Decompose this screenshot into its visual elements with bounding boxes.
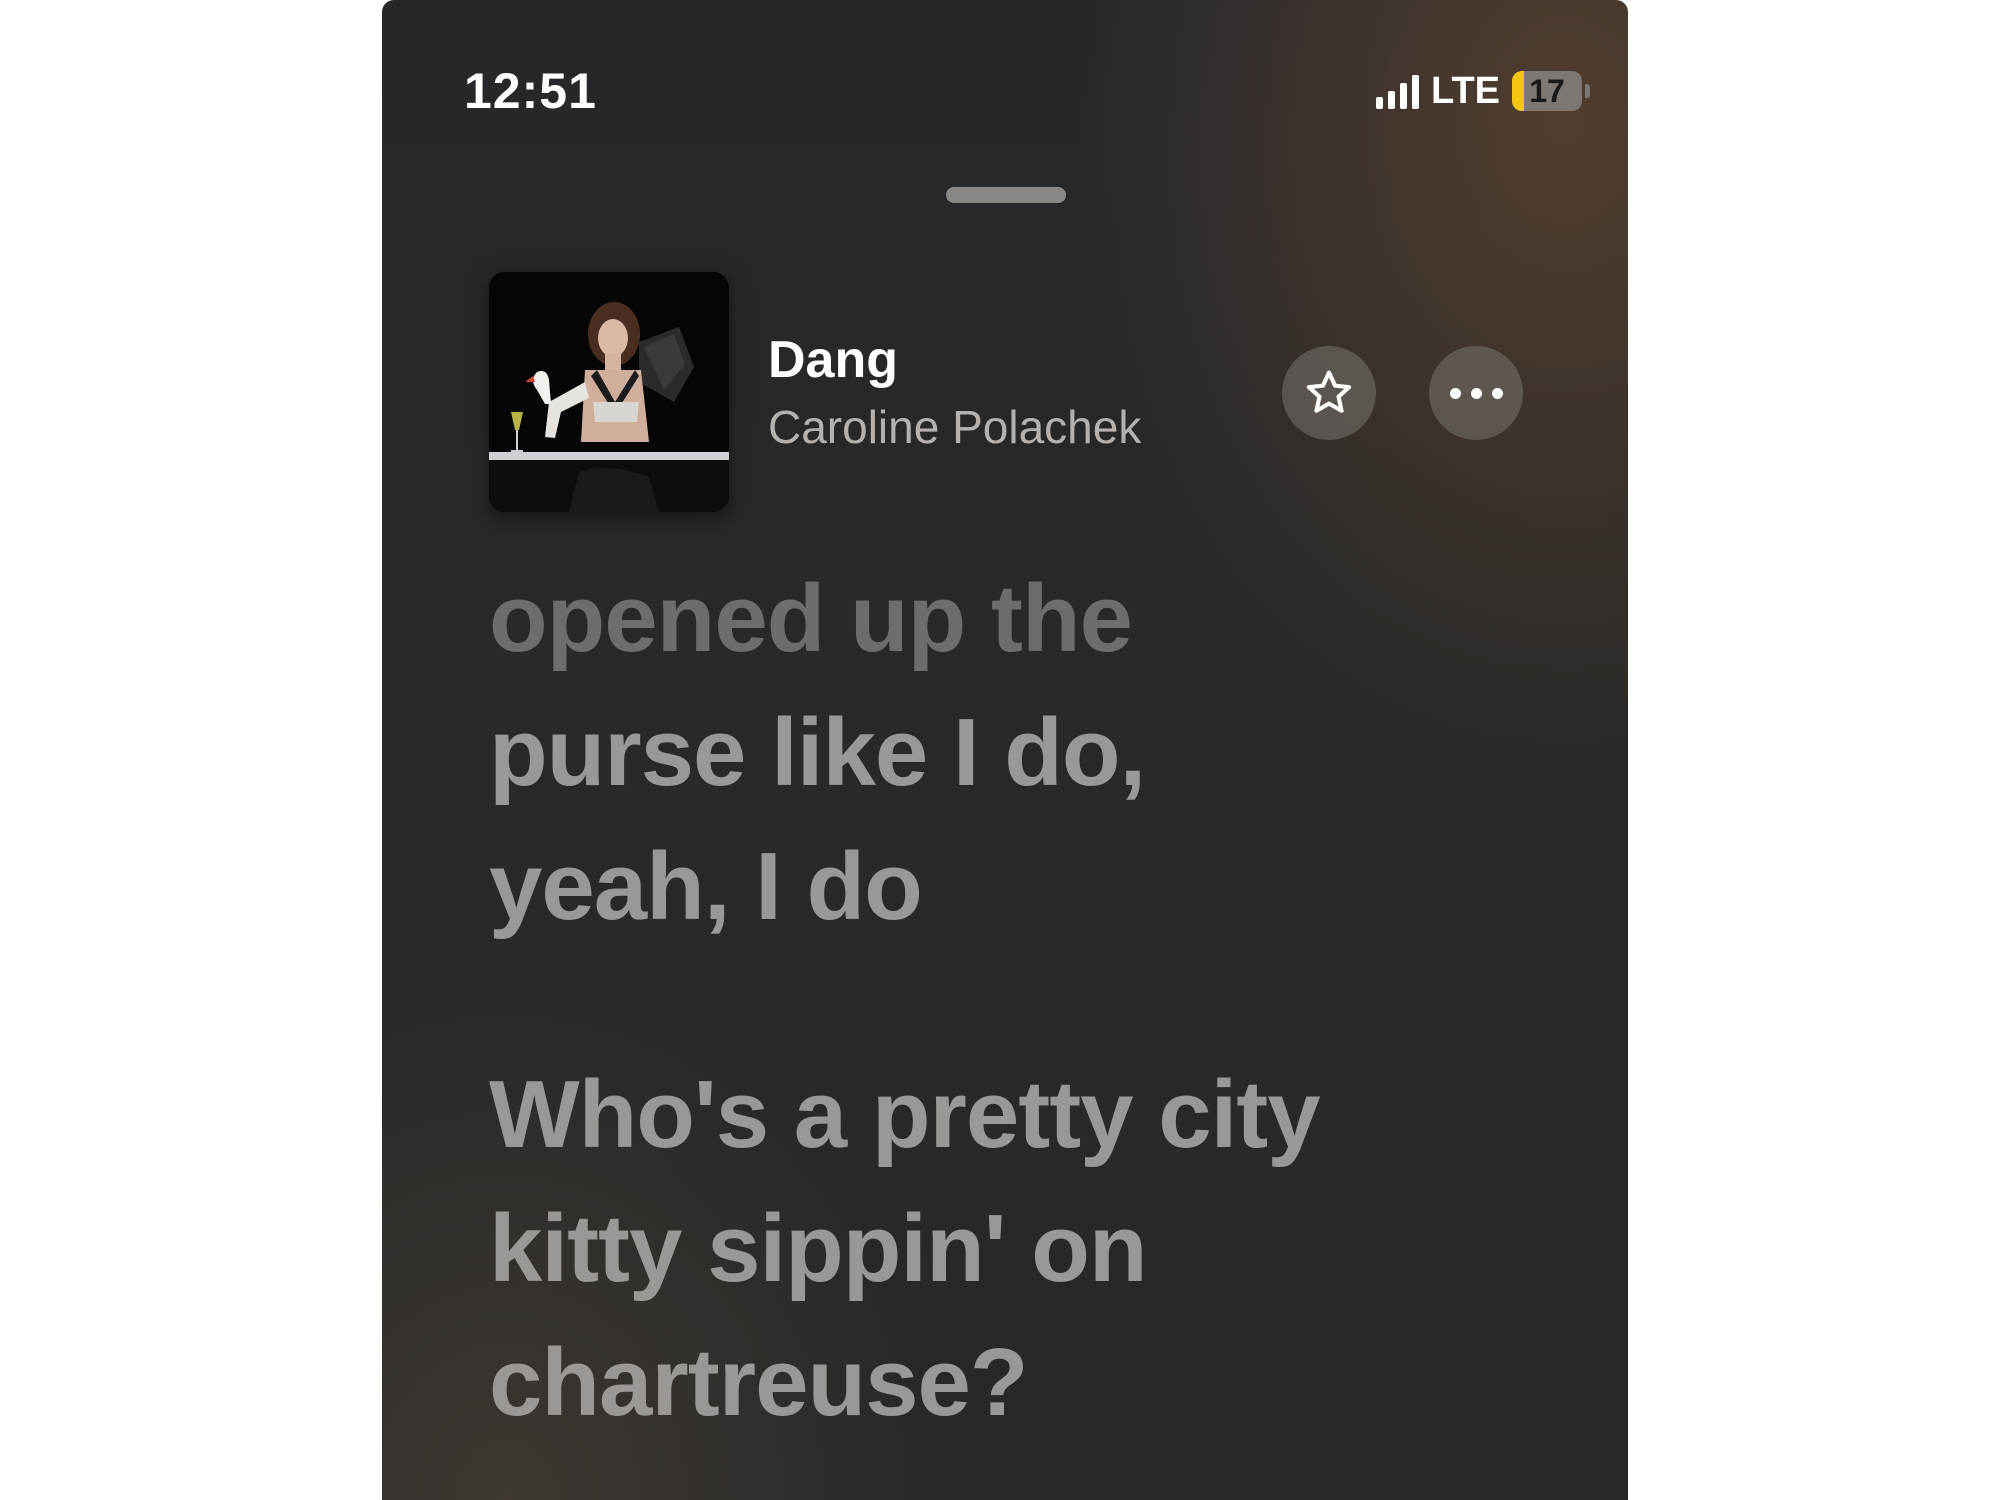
status-time: 12:51 xyxy=(464,63,597,119)
ellipsis-icon xyxy=(1445,387,1508,399)
star-outline-icon xyxy=(1306,370,1352,413)
lyric-line[interactable]: opened up the xyxy=(489,552,1549,686)
album-artwork-image xyxy=(489,272,729,512)
song-title[interactable]: Dang xyxy=(768,330,898,390)
lyric-line[interactable]: chartreuse? xyxy=(489,1316,1549,1450)
battery-icon: 17 xyxy=(1512,71,1582,111)
lyric-line[interactable]: Who's a pretty city xyxy=(489,1048,1549,1182)
lyric-line[interactable]: kitty sippin' on xyxy=(489,1182,1549,1316)
lyric-stanza-gap xyxy=(489,954,1549,1048)
lyric-line[interactable]: yeah, I do xyxy=(489,820,1549,954)
album-artwork[interactable] xyxy=(489,272,729,512)
song-artist[interactable]: Caroline Polachek xyxy=(768,400,1141,454)
lyrics-view[interactable]: opened up the purse like I do, yeah, I d… xyxy=(489,552,1549,1450)
sheet-grabber-handle[interactable] xyxy=(946,187,1066,203)
network-type: LTE xyxy=(1431,69,1500,112)
battery-nub xyxy=(1585,84,1590,98)
battery-level: 17 xyxy=(1529,73,1565,109)
now-playing-lyrics-screen: 12:51 LTE 17 Dang Caroline Polachek open… xyxy=(382,0,1628,1500)
cellular-signal-icon xyxy=(1376,73,1420,109)
favorite-button[interactable] xyxy=(1282,346,1376,440)
more-options-button[interactable] xyxy=(1429,346,1523,440)
lyric-line[interactable]: purse like I do, xyxy=(489,686,1549,820)
status-indicators: LTE 17 xyxy=(1376,70,1590,112)
